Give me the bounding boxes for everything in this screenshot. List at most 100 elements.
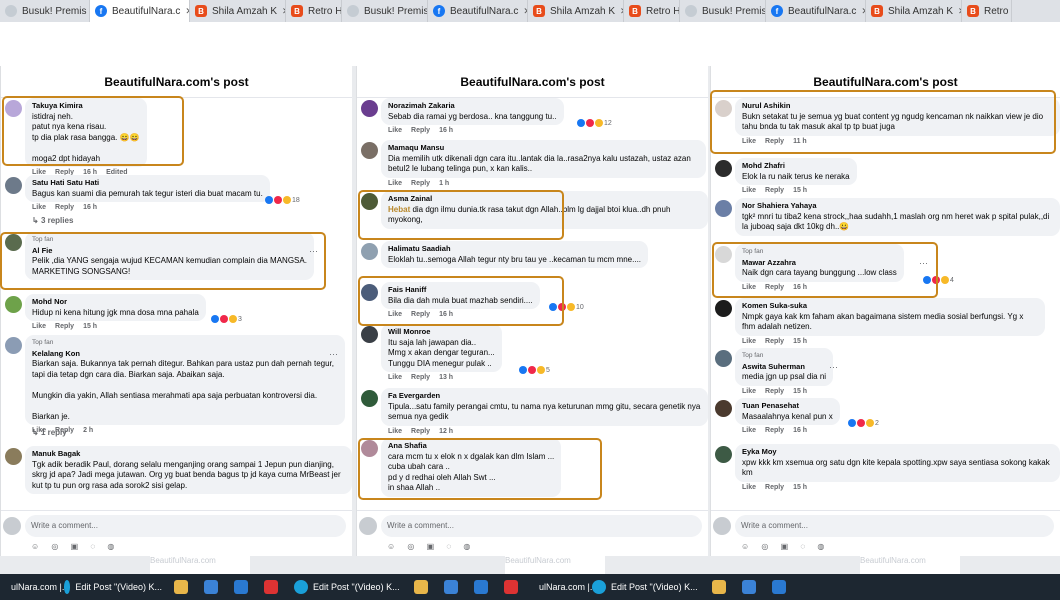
tab-0[interactable]: Busuk! Premis✕ [0, 0, 90, 22]
avatar[interactable] [715, 400, 732, 417]
reply-button[interactable]: Reply [765, 338, 784, 345]
comment-tool-icons[interactable]: ☺ ◎ ▣ ◌ ◍ [387, 542, 475, 551]
commenter-name[interactable]: Komen Suka-suka [742, 301, 1038, 312]
reaction-count[interactable]: 2 [848, 419, 879, 427]
avatar[interactable] [361, 142, 378, 159]
commenter-name[interactable]: Aswita Suherman [742, 362, 826, 373]
commenter-name[interactable]: Will Monroe [388, 327, 495, 338]
browser-toolbar [0, 22, 1060, 66]
avatar[interactable] [5, 177, 22, 194]
reaction-count[interactable]: 18 [265, 196, 300, 204]
avatar[interactable] [361, 243, 378, 260]
taskbar-item[interactable] [468, 574, 498, 600]
like-button[interactable]: Like [388, 127, 402, 134]
tab-5[interactable]: fBeautifulNara.c✕ [428, 0, 528, 22]
reply-button[interactable]: Reply [765, 427, 784, 434]
avatar[interactable] [5, 337, 22, 354]
reply-button[interactable]: Reply [411, 374, 430, 381]
commenter-name[interactable]: Halimatu Saadiah [388, 244, 641, 255]
tab-8[interactable]: Busuk! Premis✕ [680, 0, 766, 22]
tab-4[interactable]: Busuk! Premis✕ [342, 0, 428, 22]
taskbar-item[interactable] [198, 574, 228, 600]
reply-button[interactable]: Reply [765, 484, 784, 491]
commenter-name[interactable]: Nor Shahiera Yahaya [742, 201, 1053, 212]
taskbar-item[interactable] [408, 574, 438, 600]
tab-2[interactable]: BShila Amzah K✕ [190, 0, 286, 22]
tab-3[interactable]: BRetro Ha✕ [286, 0, 342, 22]
taskbar-item[interactable] [766, 574, 796, 600]
write-comment-input[interactable]: Write a comment... [25, 515, 346, 537]
avatar[interactable] [715, 350, 732, 367]
reply-button[interactable]: Reply [55, 204, 74, 211]
reply-button[interactable]: Reply [765, 187, 784, 194]
avatar[interactable] [361, 100, 378, 117]
commenter-name[interactable]: Mamaqu Mansu [388, 143, 699, 154]
taskbar-item[interactable] [736, 574, 766, 600]
avatar[interactable] [5, 448, 22, 465]
taskbar-item[interactable]: Edit Post "(Video) K... [288, 574, 408, 600]
tab-10[interactable]: BShila Amzah K✕ [866, 0, 962, 22]
reply-button[interactable]: Reply [411, 127, 430, 134]
write-comment-input[interactable]: Write a comment... [381, 515, 702, 537]
like-button[interactable]: Like [388, 428, 402, 435]
like-button[interactable]: Like [32, 323, 46, 330]
comment-list[interactable]: Nurul Ashikin Bukn setakat tu je semua yg… [711, 98, 1060, 510]
comment-tool-icons[interactable]: ☺ ◎ ▣ ◌ ◍ [741, 542, 829, 551]
avatar[interactable] [715, 200, 732, 217]
reply-button[interactable]: Reply [55, 323, 74, 330]
tab-9[interactable]: fBeautifulNara.c✕ [766, 0, 866, 22]
like-button[interactable]: Like [388, 374, 402, 381]
reaction-count[interactable]: 5 [519, 366, 550, 374]
replies-link[interactable]: ↳ 1 reply [32, 428, 67, 437]
reaction-count[interactable]: 3 [211, 315, 242, 323]
avatar[interactable] [715, 160, 732, 177]
commenter-name[interactable]: Mohd Zhafri [742, 161, 850, 172]
commenter-name[interactable]: Fa Evergarden [388, 391, 701, 402]
taskbar-item[interactable] [498, 574, 528, 600]
avatar[interactable] [715, 446, 732, 463]
commenter-name[interactable]: Kelalang Kon [32, 349, 338, 360]
tab-1[interactable]: fBeautifulNara.c✕ [90, 0, 190, 22]
commenter-name[interactable]: Eyka Moy [742, 447, 1053, 458]
tab-11[interactable]: BRetro H✕ [962, 0, 1012, 22]
commenter-name[interactable]: Norazimah Zakaria [388, 101, 557, 112]
timestamp: 13 h [439, 374, 454, 381]
taskbar-item[interactable]: ulNara.com |... [0, 574, 69, 600]
avatar[interactable] [361, 390, 378, 407]
taskbar-item[interactable] [438, 574, 468, 600]
taskbar-item[interactable] [228, 574, 258, 600]
commenter-name[interactable]: Satu Hati Satu Hati [32, 178, 263, 189]
commenter-name[interactable]: Tuan Penasehat [742, 401, 833, 412]
taskbar-item[interactable] [706, 574, 736, 600]
commenter-name[interactable]: Mohd Nor [32, 297, 199, 308]
reply-button[interactable]: Reply [765, 388, 784, 395]
more-options-icon[interactable]: ··· [329, 349, 338, 359]
reply-button[interactable]: Reply [411, 428, 430, 435]
reply-button[interactable]: Reply [411, 180, 430, 187]
more-options-icon[interactable]: ··· [829, 362, 838, 372]
avatar[interactable] [5, 296, 22, 313]
commenter-name[interactable]: Manuk Bagak [32, 449, 345, 460]
like-button[interactable]: Like [388, 180, 402, 187]
reply-count[interactable]: 3 replies [41, 216, 73, 225]
tab-6[interactable]: BShila Amzah K✕ [528, 0, 624, 22]
avatar[interactable] [361, 326, 378, 343]
replies-link[interactable]: ↳ 3 replies [32, 216, 73, 225]
like-button[interactable]: Like [742, 187, 756, 194]
write-comment-input[interactable]: Write a comment... [735, 515, 1054, 537]
taskbar-item[interactable] [168, 574, 198, 600]
like-button[interactable]: Like [742, 388, 756, 395]
taskbar-item[interactable]: Edit Post "(Video) K... [586, 574, 706, 600]
comment-tool-icons[interactable]: ☺ ◎ ▣ ◌ ◍ [31, 542, 119, 551]
like-button[interactable]: Like [742, 484, 756, 491]
like-button[interactable]: Like [742, 338, 756, 345]
like-button[interactable]: Like [32, 204, 46, 211]
tab-7[interactable]: BRetro H✕ [624, 0, 680, 22]
reaction-count[interactable]: 12 [577, 119, 612, 127]
like-button[interactable]: Like [742, 427, 756, 434]
taskbar-item[interactable]: ulNara.com |... [528, 574, 597, 600]
reply-count[interactable]: 1 reply [41, 428, 67, 437]
taskbar-item[interactable]: Edit Post "(Video) K... [58, 574, 168, 600]
avatar[interactable] [715, 300, 732, 317]
taskbar-item[interactable] [258, 574, 288, 600]
